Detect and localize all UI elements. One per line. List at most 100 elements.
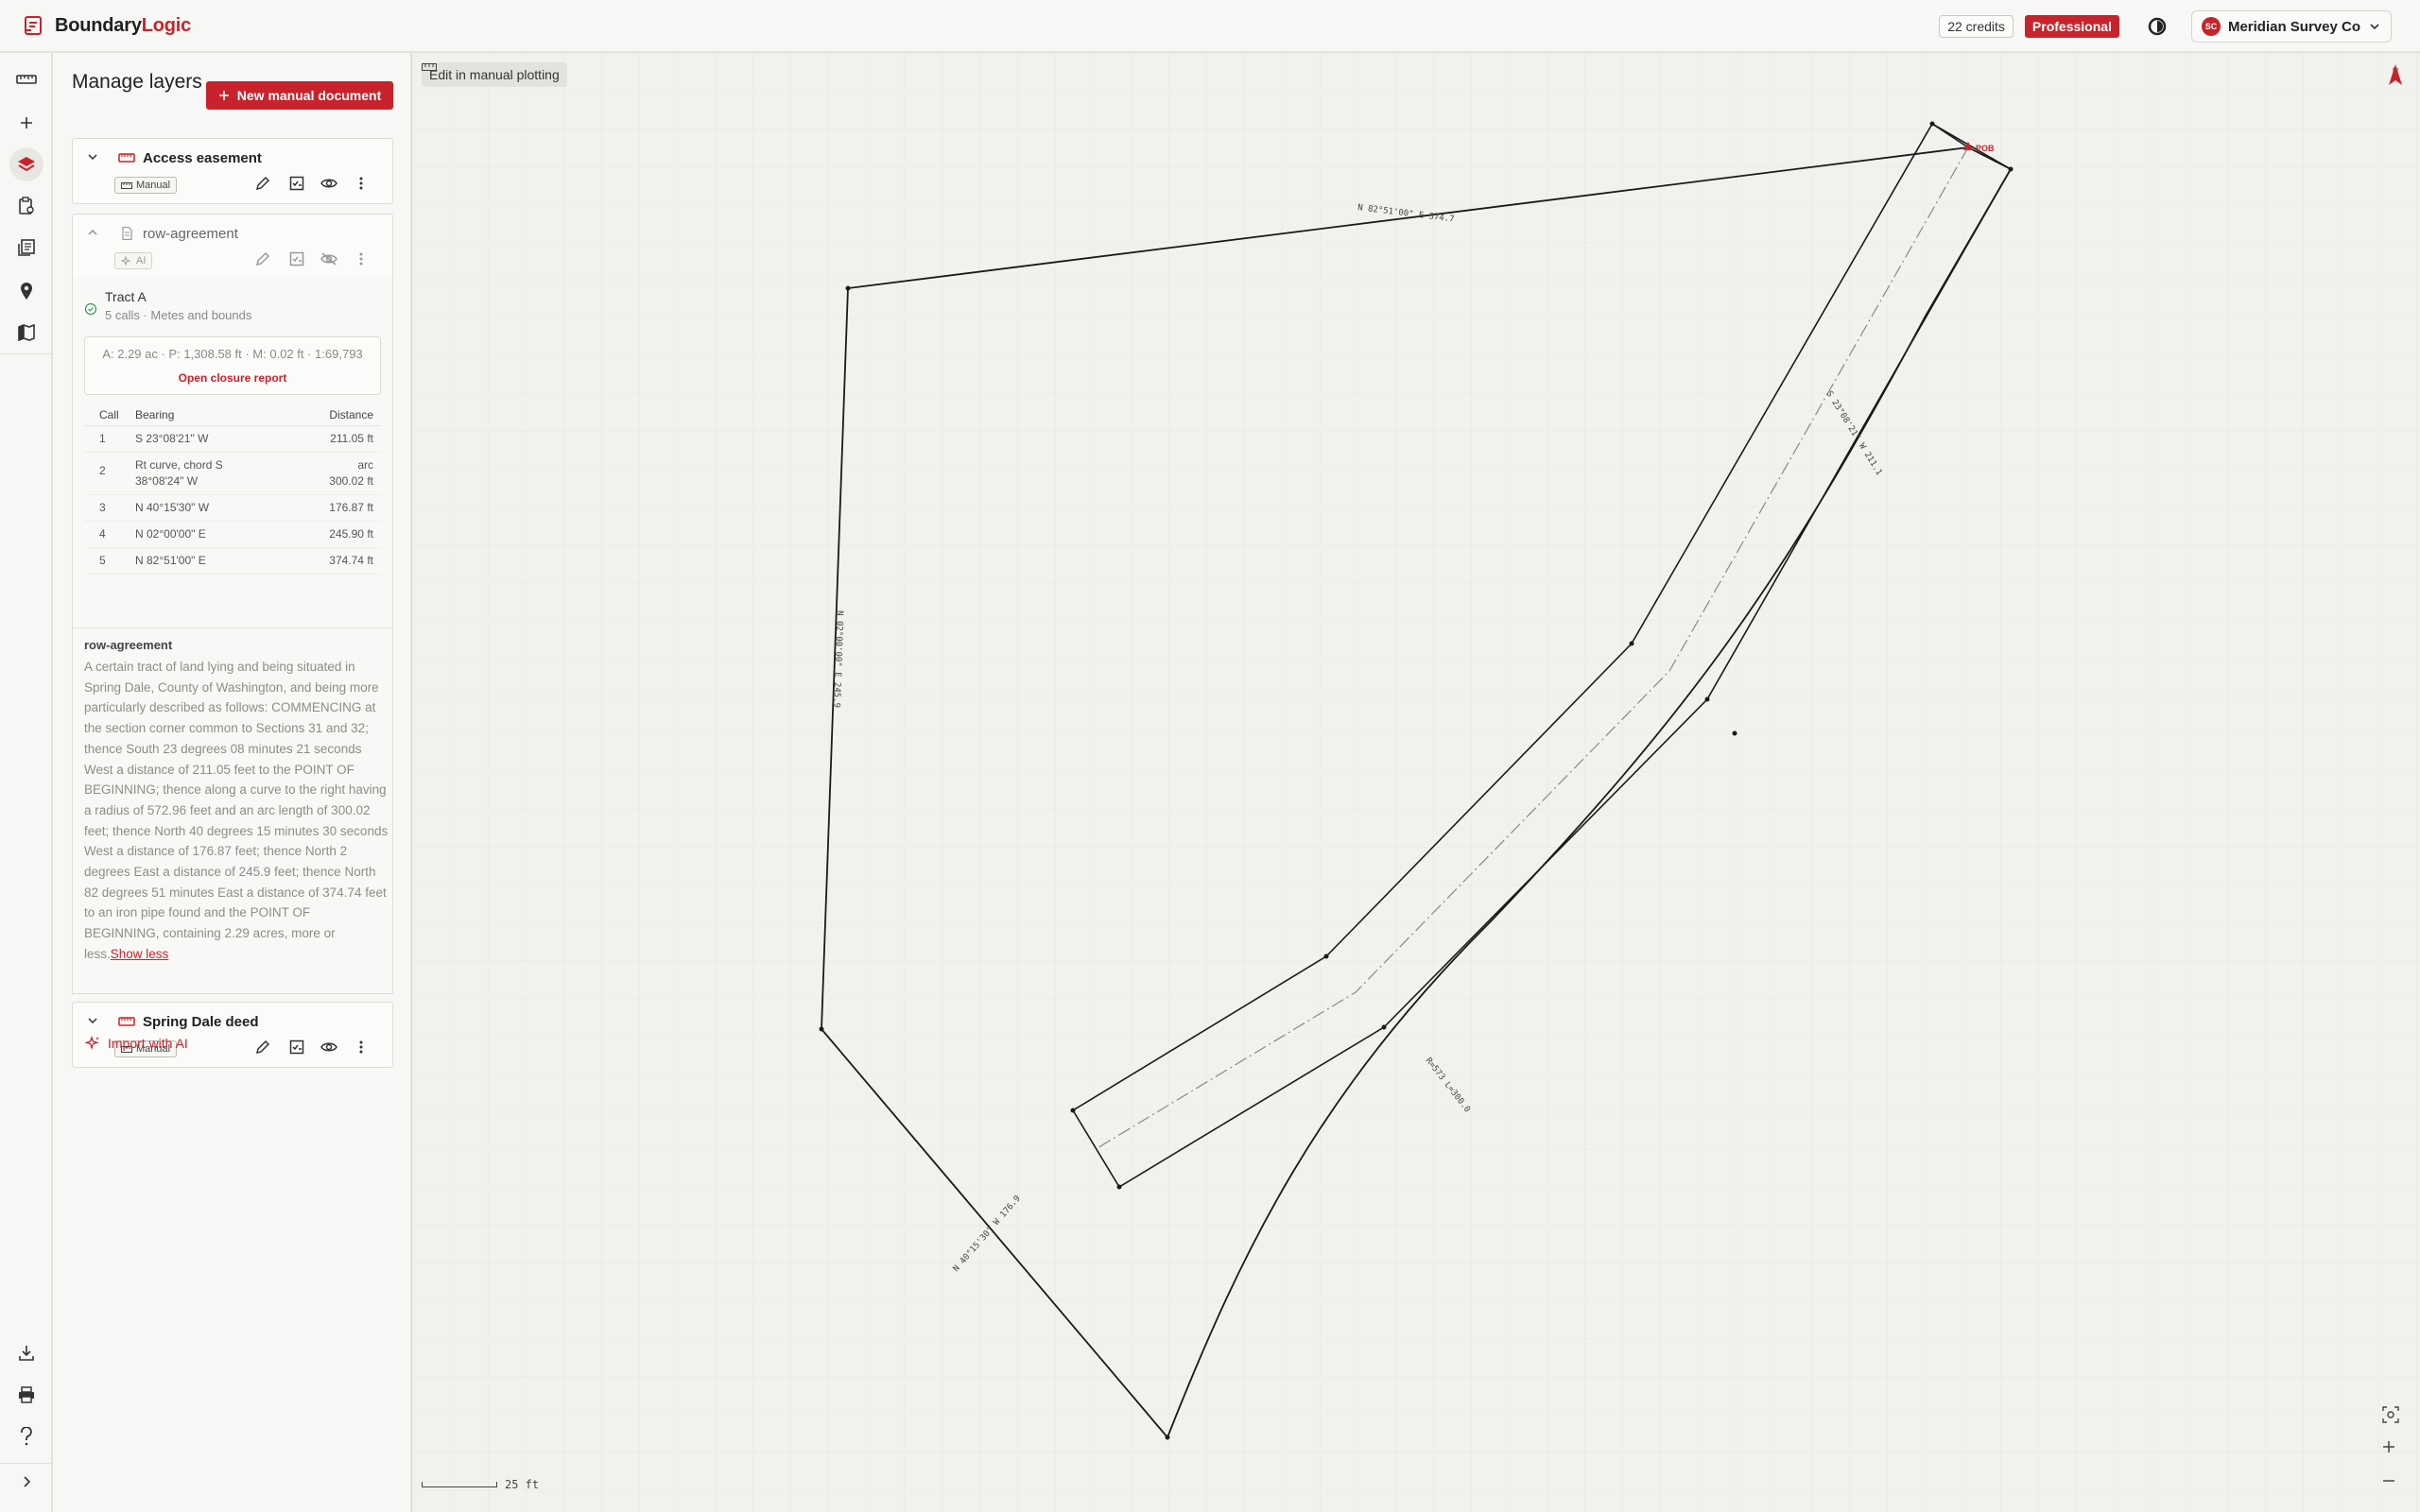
map-icon	[18, 324, 35, 341]
open-closure-report-link[interactable]: Open closure report	[85, 371, 380, 385]
layers-button[interactable]	[9, 147, 43, 181]
ruler-icon	[118, 153, 135, 163]
chevron-up-icon[interactable]	[86, 226, 99, 239]
toggle-visibility-button[interactable]	[317, 247, 341, 271]
north-arrow-icon	[2389, 64, 2402, 85]
panel-title: Manage layers	[72, 71, 202, 93]
layer-menu-button[interactable]	[349, 171, 373, 196]
open-sheet-button[interactable]	[285, 171, 309, 196]
download-button[interactable]	[9, 1336, 43, 1370]
ruler-icon	[16, 75, 37, 84]
layer-type-label: Manual	[136, 180, 171, 191]
help-button[interactable]	[9, 1419, 43, 1453]
call-bearing: S 23°08'21" W	[135, 425, 296, 453]
tract-title: Tract A	[105, 289, 147, 304]
show-less-link[interactable]: Show less	[111, 947, 169, 961]
clipboard-button[interactable]	[9, 189, 43, 223]
more-vertical-icon	[359, 1040, 363, 1054]
new-manual-document-label: New manual document	[236, 88, 382, 103]
map-grid	[412, 53, 2420, 1512]
closure-summary: A: 2.29 ac · P: 1,308.58 ft · M: 0.02 ft…	[84, 336, 381, 395]
chevron-down-icon[interactable]	[86, 1014, 99, 1027]
toggle-visibility-button[interactable]	[317, 1035, 341, 1059]
layer-type-badge: AI	[114, 252, 153, 269]
calls-table: Call Bearing Distance 1 S 23°08'21" W 21…	[84, 404, 381, 575]
table-row[interactable]: 2 Rt curve, chord S 38°08'24" W arc 300.…	[84, 452, 381, 495]
layer-card-spring-dale-deed: Spring Dale deed Manual	[72, 1002, 393, 1068]
layer-type-label: AI	[136, 255, 147, 266]
call-bearing: N 40°15'30" W	[135, 494, 296, 522]
map-pin-icon	[21, 283, 32, 300]
layer-card-access-easement: Access easement Manual	[72, 138, 393, 204]
edit-layer-button[interactable]	[251, 171, 275, 196]
add-button[interactable]	[9, 106, 43, 140]
call-number: 1	[84, 425, 135, 453]
eye-off-icon	[320, 252, 337, 266]
location-button[interactable]	[9, 274, 43, 308]
call-bearing: N 02°00'00" E	[135, 521, 296, 548]
checklist-icon	[289, 1040, 304, 1055]
brightness-icon	[2148, 17, 2167, 36]
layer-name: row-agreement	[143, 226, 238, 242]
layer-card-row-agreement: row-agreement AI	[72, 214, 393, 280]
documents-button[interactable]	[9, 231, 43, 265]
call-number: 5	[84, 547, 135, 575]
more-vertical-icon	[359, 252, 363, 266]
call-distance: 374.74 ft	[296, 547, 381, 575]
map-canvas[interactable]: POB N 82°51'00" E 374.7 N 02°00'00" E 24…	[412, 53, 2420, 1512]
description-text: A certain tract of land lying and being …	[84, 657, 389, 965]
layer-menu-button[interactable]	[349, 1035, 373, 1059]
call-distance: 211.05 ft	[296, 425, 381, 453]
rail-divider	[0, 353, 53, 354]
layer-name: Access easement	[143, 150, 262, 166]
zoom-in-button[interactable]	[2382, 1440, 2407, 1465]
theme-toggle-button[interactable]	[2140, 9, 2174, 43]
table-row[interactable]: 4 N 02°00'00" E 245.90 ft	[84, 521, 381, 548]
help-icon	[21, 1427, 32, 1446]
chevron-down-icon[interactable]	[86, 150, 99, 163]
edit-layer-button[interactable]	[251, 247, 275, 271]
table-header-row: Call Bearing Distance	[84, 404, 381, 426]
edit-in-manual-plotting-button[interactable]: Edit in manual plotting	[422, 62, 567, 87]
plus-icon	[2383, 1441, 2394, 1452]
download-icon	[19, 1346, 34, 1361]
new-manual-document-button[interactable]: New manual document	[206, 81, 393, 110]
call-bearing: Rt curve, chord S 38°08'24" W	[135, 452, 296, 495]
documents-icon	[18, 239, 35, 256]
north-arrow: N	[2384, 62, 2407, 119]
call-distance: 176.87 ft	[296, 494, 381, 522]
expand-rail-button[interactable]	[9, 1465, 43, 1499]
toggle-visibility-button[interactable]	[317, 171, 341, 196]
table-row[interactable]: 1 S 23°08'21" W 211.05 ft	[84, 425, 381, 453]
print-button[interactable]	[9, 1378, 43, 1412]
eye-icon	[320, 1042, 337, 1052]
zoom-out-button[interactable]	[2382, 1474, 2407, 1499]
open-sheet-button[interactable]	[285, 1035, 309, 1059]
table-row[interactable]: 3 N 40°15'30" W 176.87 ft	[84, 494, 381, 522]
brand-logo[interactable]: BoundaryLogic	[23, 0, 191, 52]
pencil-icon	[255, 176, 270, 191]
layer-menu-button[interactable]	[349, 247, 373, 271]
ruler-button[interactable]	[9, 62, 43, 96]
call-distance: 245.90 ft	[296, 521, 381, 548]
call-number: 3	[84, 494, 135, 522]
org-name: Meridian Survey Co	[2227, 18, 2360, 35]
top-bar: BoundaryLogic 22 credits Professional SC…	[0, 0, 2420, 53]
table-row[interactable]: 5 N 82°51'00" E 374.74 ft	[84, 547, 381, 575]
pencil-icon	[255, 1040, 270, 1055]
edit-layer-button[interactable]	[251, 1035, 275, 1059]
organization-switcher[interactable]: SC Meridian Survey Co	[2190, 10, 2392, 43]
legal-description: row-agreement A certain tract of land ly…	[72, 627, 393, 994]
import-with-ai-button[interactable]: Import with AI	[85, 1036, 188, 1051]
ruler-icon	[121, 181, 132, 189]
map-button[interactable]	[9, 316, 43, 350]
fit-to-view-button[interactable]	[2382, 1406, 2407, 1431]
pencil-icon	[255, 251, 270, 266]
tract-subtitle: 5 calls · Metes and bounds	[105, 308, 252, 322]
more-vertical-icon	[359, 177, 363, 190]
checklist-icon	[289, 176, 304, 191]
closure-metrics: A: 2.29 ac · P: 1,308.58 ft · M: 0.02 ft…	[102, 347, 363, 361]
call-number: 4	[84, 521, 135, 548]
open-sheet-button[interactable]	[285, 247, 309, 271]
call-number: 2	[84, 452, 135, 495]
